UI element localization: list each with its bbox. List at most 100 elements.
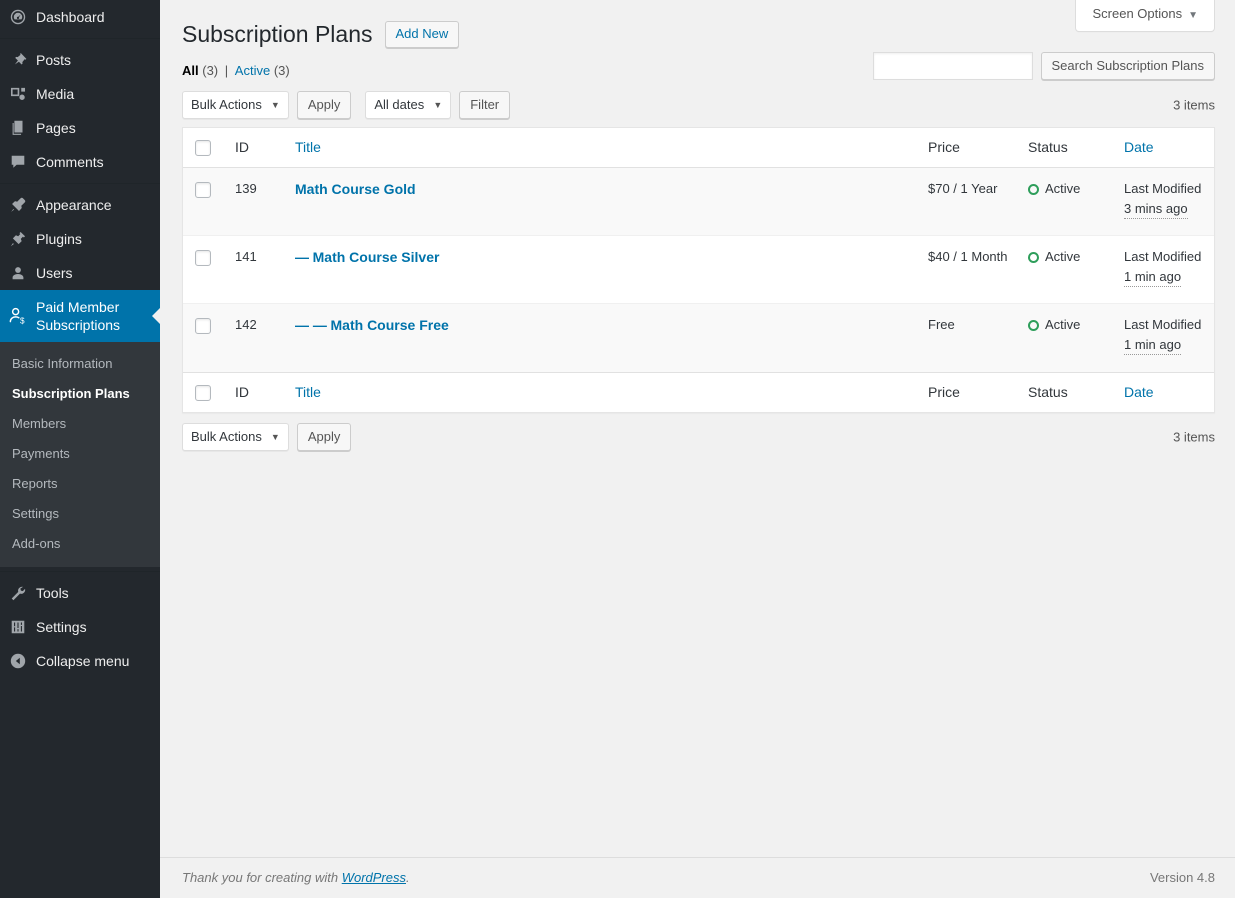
collapse-arrow-icon xyxy=(0,652,36,670)
filter-active-link[interactable]: Active xyxy=(235,63,270,78)
date-label: Last Modified xyxy=(1124,316,1204,334)
column-footer-date[interactable]: Date xyxy=(1114,372,1214,412)
sidebar-item-comments[interactable]: Comments xyxy=(0,145,160,179)
bulk-actions-select-top[interactable]: Bulk Actions ▼ xyxy=(182,91,289,119)
sort-date-link-footer[interactable]: Date xyxy=(1124,384,1154,400)
submenu-item-subscription-plans[interactable]: Subscription Plans xyxy=(0,379,160,409)
row-status-cell: Active xyxy=(1018,304,1114,372)
bulk-actions-label-bottom: Bulk Actions xyxy=(191,429,262,444)
row-date-cell: Last Modified 1 min ago xyxy=(1114,304,1214,372)
sidebar-item-posts[interactable]: Posts xyxy=(0,43,160,77)
page-title: Subscription Plans xyxy=(182,20,373,49)
status-label: Active xyxy=(1045,316,1080,334)
select-all-checkbox-footer[interactable] xyxy=(195,385,211,401)
submenu-item[interactable]: Basic Information xyxy=(0,349,160,379)
submenu-item[interactable]: Members xyxy=(0,409,160,439)
filter-all-count: (3) xyxy=(202,63,218,78)
sort-title-link-footer[interactable]: Title xyxy=(295,384,321,400)
add-new-button[interactable]: Add New xyxy=(385,21,460,48)
sidebar-item-users[interactable]: Users xyxy=(0,256,160,290)
table-head: ID Title Price Status Date xyxy=(183,128,1214,168)
sidebar-item-dashboard[interactable]: Dashboard xyxy=(0,0,160,34)
table-row[interactable]: 139 Math Course Gold $70 / 1 Year Active xyxy=(183,168,1214,236)
date-relative[interactable]: 1 min ago xyxy=(1124,268,1181,287)
row-title-cell: Math Course Gold xyxy=(285,168,918,236)
row-date-cell: Last Modified 3 mins ago xyxy=(1114,168,1214,236)
column-header-date[interactable]: Date xyxy=(1114,128,1214,168)
row-checkbox[interactable] xyxy=(195,250,211,266)
sort-title-link[interactable]: Title xyxy=(295,139,321,155)
column-header-title[interactable]: Title xyxy=(285,128,918,168)
date-relative[interactable]: 3 mins ago xyxy=(1124,200,1188,219)
status-circle-icon xyxy=(1028,252,1039,263)
sidebar-item-paid-member-subscriptions[interactable]: $ Paid Member Subscriptions xyxy=(0,290,160,342)
submenu-item-reports[interactable]: Reports xyxy=(0,469,160,499)
row-price: $40 / 1 Month xyxy=(918,236,1018,304)
select-all-checkbox[interactable] xyxy=(195,140,211,156)
admin-footer: Thank you for creating with WordPress. V… xyxy=(160,857,1235,898)
table-row[interactable]: 141 — Math Course Silver $40 / 1 Month A… xyxy=(183,236,1214,304)
date-filter-select[interactable]: All dates ▼ xyxy=(365,91,451,119)
paintbrush-icon xyxy=(0,196,36,214)
sidebar-item-tools[interactable]: Tools xyxy=(0,576,160,610)
submenu-item[interactable]: Payments xyxy=(0,439,160,469)
table-row[interactable]: 142 — — Math Course Free Free Active xyxy=(183,304,1214,372)
apply-button-top[interactable]: Apply xyxy=(297,91,352,119)
screen-options-label: Screen Options xyxy=(1092,6,1182,21)
collapse-menu-button[interactable]: Collapse menu xyxy=(0,644,160,678)
search-submit-button[interactable]: Search Subscription Plans xyxy=(1041,52,1215,80)
submenu-item-payments[interactable]: Payments xyxy=(0,439,160,469)
column-header-status: Status xyxy=(1018,128,1114,168)
row-id: 139 xyxy=(225,168,285,236)
submenu-item-add-ons[interactable]: Add-ons xyxy=(0,529,160,559)
row-title-link[interactable]: Math Course Gold xyxy=(295,181,416,197)
member-dollar-icon: $ xyxy=(0,306,36,326)
chevron-down-icon: ▼ xyxy=(271,424,280,450)
wordpress-link[interactable]: WordPress xyxy=(342,870,406,885)
sidebar-item-pages[interactable]: Pages xyxy=(0,111,160,145)
filter-button[interactable]: Filter xyxy=(459,91,510,119)
select-all-header xyxy=(183,128,225,168)
apply-button-bottom[interactable]: Apply xyxy=(297,423,352,451)
submenu-item[interactable]: Settings xyxy=(0,499,160,529)
screen-options-button[interactable]: Screen Options▼ xyxy=(1075,0,1215,32)
sidebar-item-media[interactable]: Media xyxy=(0,77,160,111)
filter-all[interactable]: All (3) | xyxy=(182,63,235,78)
submenu-item[interactable]: Reports xyxy=(0,469,160,499)
row-price: $70 / 1 Year xyxy=(918,168,1018,236)
row-title-link[interactable]: Math Course Silver xyxy=(313,249,440,265)
filter-active[interactable]: Active (3) xyxy=(235,63,290,78)
sidebar-item-label: Paid Member Subscriptions xyxy=(36,298,150,334)
table-footer-row: ID Title Price Status Date xyxy=(183,372,1214,412)
submenu-item-settings[interactable]: Settings xyxy=(0,499,160,529)
row-depth-prefix: — — xyxy=(295,317,327,333)
bulk-actions-select-bottom[interactable]: Bulk Actions ▼ xyxy=(182,423,289,451)
sidebar-item-label: Settings xyxy=(36,618,87,636)
row-checkbox[interactable] xyxy=(195,182,211,198)
submenu-container: Basic Information Subscription Plans Mem… xyxy=(0,342,160,567)
date-relative[interactable]: 1 min ago xyxy=(1124,336,1181,355)
select-all-footer-header xyxy=(183,372,225,412)
submenu-item-members[interactable]: Members xyxy=(0,409,160,439)
body-content: Subscription Plans Add New Search Subscr… xyxy=(160,0,1235,455)
row-select-cell xyxy=(183,168,225,236)
sort-date-link[interactable]: Date xyxy=(1124,139,1154,155)
row-checkbox[interactable] xyxy=(195,318,211,334)
bulk-actions-label: Bulk Actions xyxy=(191,97,262,112)
sidebar-item-settings[interactable]: Settings xyxy=(0,610,160,644)
column-footer-title[interactable]: Title xyxy=(285,372,918,412)
footer-version: Version 4.8 xyxy=(1150,868,1215,888)
submenu-item[interactable]: Subscription Plans xyxy=(0,379,160,409)
chevron-down-icon: ▼ xyxy=(433,92,442,118)
row-select-cell xyxy=(183,236,225,304)
submenu-item[interactable]: Add-ons xyxy=(0,529,160,559)
current-menu-arrow-icon xyxy=(152,308,160,324)
submenu-item-basic-information[interactable]: Basic Information xyxy=(0,349,160,379)
search-input[interactable] xyxy=(873,52,1033,80)
paid-member-subscriptions-submenu: Basic Information Subscription Plans Mem… xyxy=(0,342,160,567)
row-title-link[interactable]: Math Course Free xyxy=(331,317,449,333)
sidebar-item-plugins[interactable]: Plugins xyxy=(0,222,160,256)
sidebar-item-appearance[interactable]: Appearance xyxy=(0,188,160,222)
filter-all-link[interactable]: All xyxy=(182,63,199,78)
column-footer-price: Price xyxy=(918,372,1018,412)
